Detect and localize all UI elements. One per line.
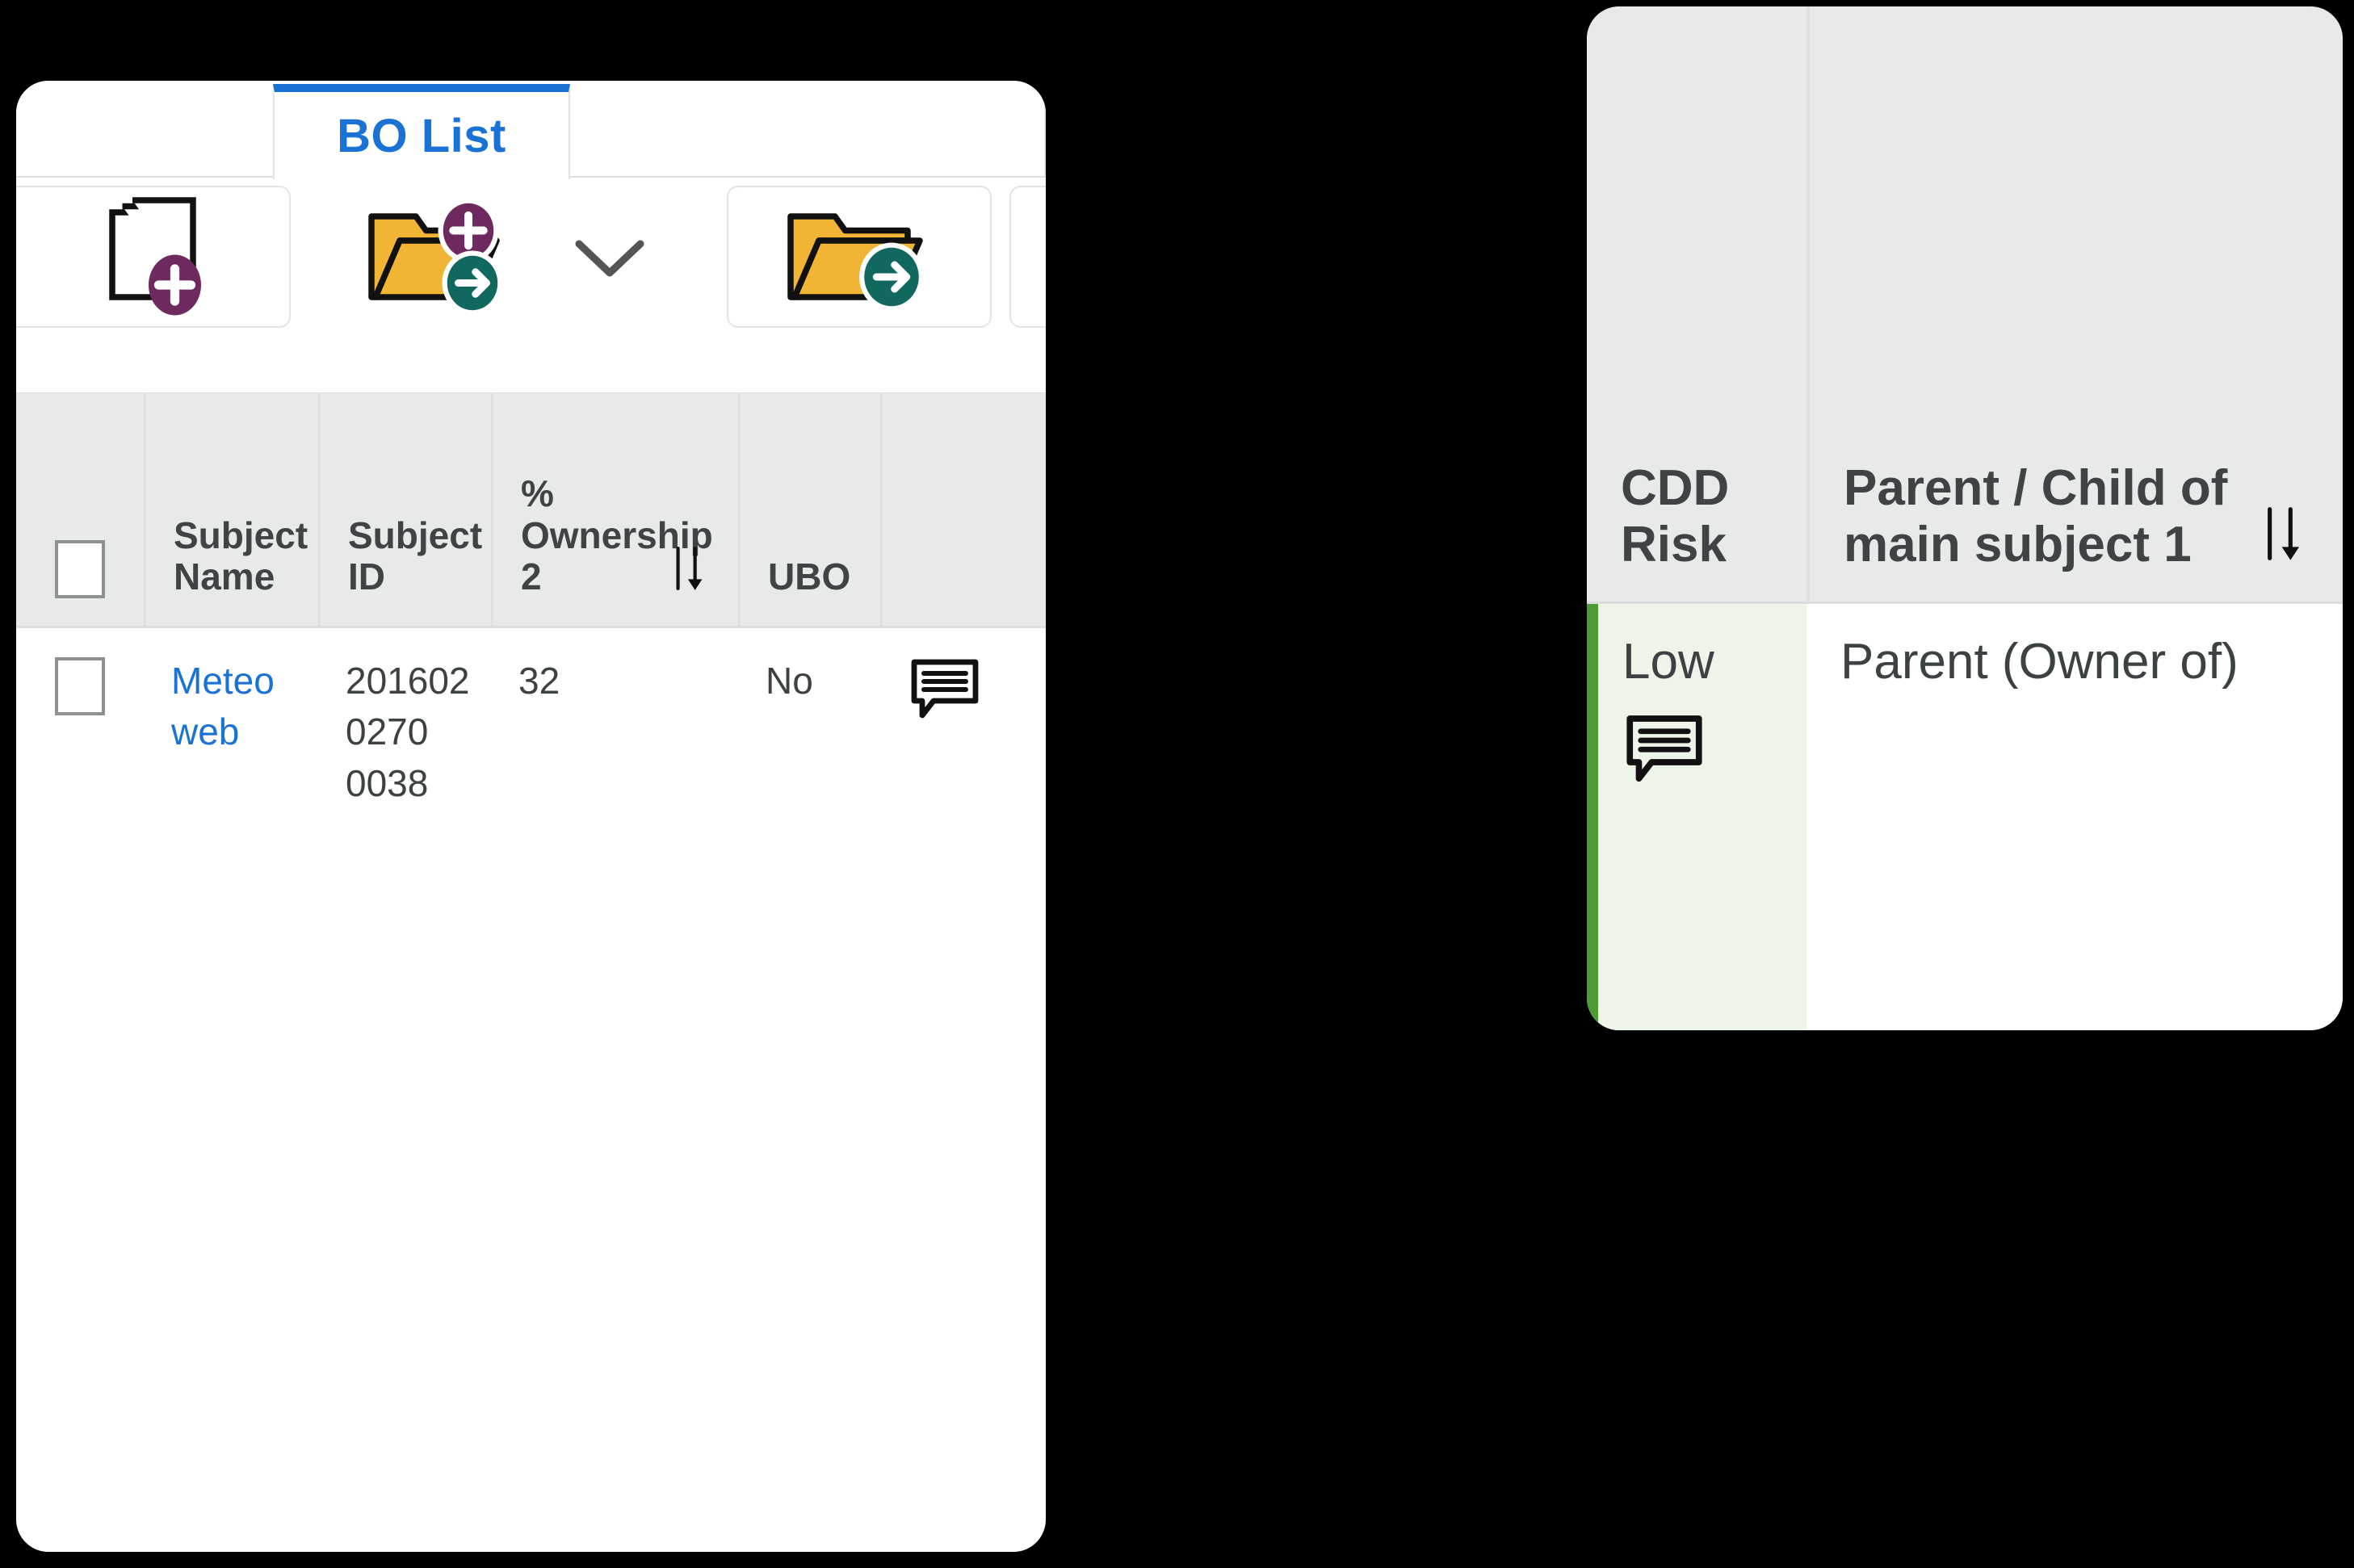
column-header-ubo[interactable]: UBO [738, 393, 880, 626]
column-header-subject-name-label: Subject Name [174, 514, 308, 598]
overlay-data-row[interactable]: Low Parent (Owner of) [1587, 604, 2343, 1030]
column-header-cdd-risk-label: CDD Risk [1621, 460, 1730, 572]
chevron-down-icon [575, 240, 644, 277]
cell-ubo: No [766, 660, 813, 702]
open-folder-move-button[interactable] [727, 186, 992, 328]
tab-bo-list[interactable]: BO List [273, 84, 570, 179]
document-add-icon [109, 197, 201, 316]
select-all-checkbox[interactable] [55, 540, 105, 598]
column-header-ownership[interactable]: % Ownership 2 [491, 393, 738, 626]
add-folder-move-button[interactable] [339, 186, 541, 328]
sort-descending-icon[interactable] [2260, 503, 2306, 564]
cdd-risk-comment-button[interactable] [1622, 711, 1797, 799]
folder-arrow-icon [787, 213, 924, 312]
cell-subject-name[interactable]: Meteo web [144, 628, 318, 758]
column-header-parent-child[interactable]: Parent / Child of main subject 1 [1806, 6, 2343, 602]
column-header-cdd-risk[interactable]: CDD Risk [1587, 6, 1806, 602]
column-header-subject-id-label: Subject ID [348, 514, 483, 598]
tab-bo-list-label: BO List [337, 109, 506, 162]
search-folder-move-button[interactable] [1009, 186, 1046, 328]
comment-icon[interactable] [908, 656, 982, 720]
toolbar-more-button[interactable] [549, 186, 670, 328]
bo-list-panel: BO List Subject Name Subject ID % Owners… [16, 81, 1046, 1552]
folder-add-arrow-icon [368, 198, 503, 316]
table-row[interactable]: Meteo web 2016020270 0038 32 No [16, 628, 1046, 870]
column-header-comment [880, 393, 1046, 626]
table-header-row: Subject Name Subject ID % Ownership 2 UB… [16, 392, 1046, 628]
cell-ownership: 32 [518, 660, 560, 702]
row-select-cell[interactable] [16, 628, 144, 715]
overlay-header-row: CDD Risk Parent / Child of main subject … [1587, 6, 2343, 604]
sort-descending-icon[interactable] [670, 543, 707, 593]
cell-comment[interactable] [880, 628, 1046, 733]
toolbar [16, 179, 1046, 367]
cell-subject-id: 2016020270 0038 [346, 660, 470, 804]
tab-strip-filler [570, 84, 1046, 178]
cell-cdd-risk: Low [1587, 604, 1806, 1030]
cdd-risk-value: Low [1622, 634, 1714, 690]
screen: BO List Subject Name Subject ID % Owners… [0, 0, 2354, 1568]
row-select-checkbox[interactable] [55, 657, 105, 715]
column-header-ubo-label: UBO [768, 556, 851, 598]
comment-icon[interactable] [1622, 711, 1706, 784]
column-header-subject-name[interactable]: Subject Name [144, 393, 318, 626]
column-header-subject-id[interactable]: Subject ID [318, 393, 491, 626]
bo-list-table: Subject Name Subject ID % Ownership 2 UB… [16, 392, 1046, 870]
add-document-button[interactable] [16, 186, 291, 328]
cell-parent-child-relation: Parent (Owner of) [1840, 634, 2239, 690]
frozen-columns-overlay: CDD Risk Parent / Child of main subject … [1587, 6, 2343, 1030]
select-all-cell[interactable] [16, 393, 144, 626]
tab-strip: BO List [16, 81, 1046, 179]
